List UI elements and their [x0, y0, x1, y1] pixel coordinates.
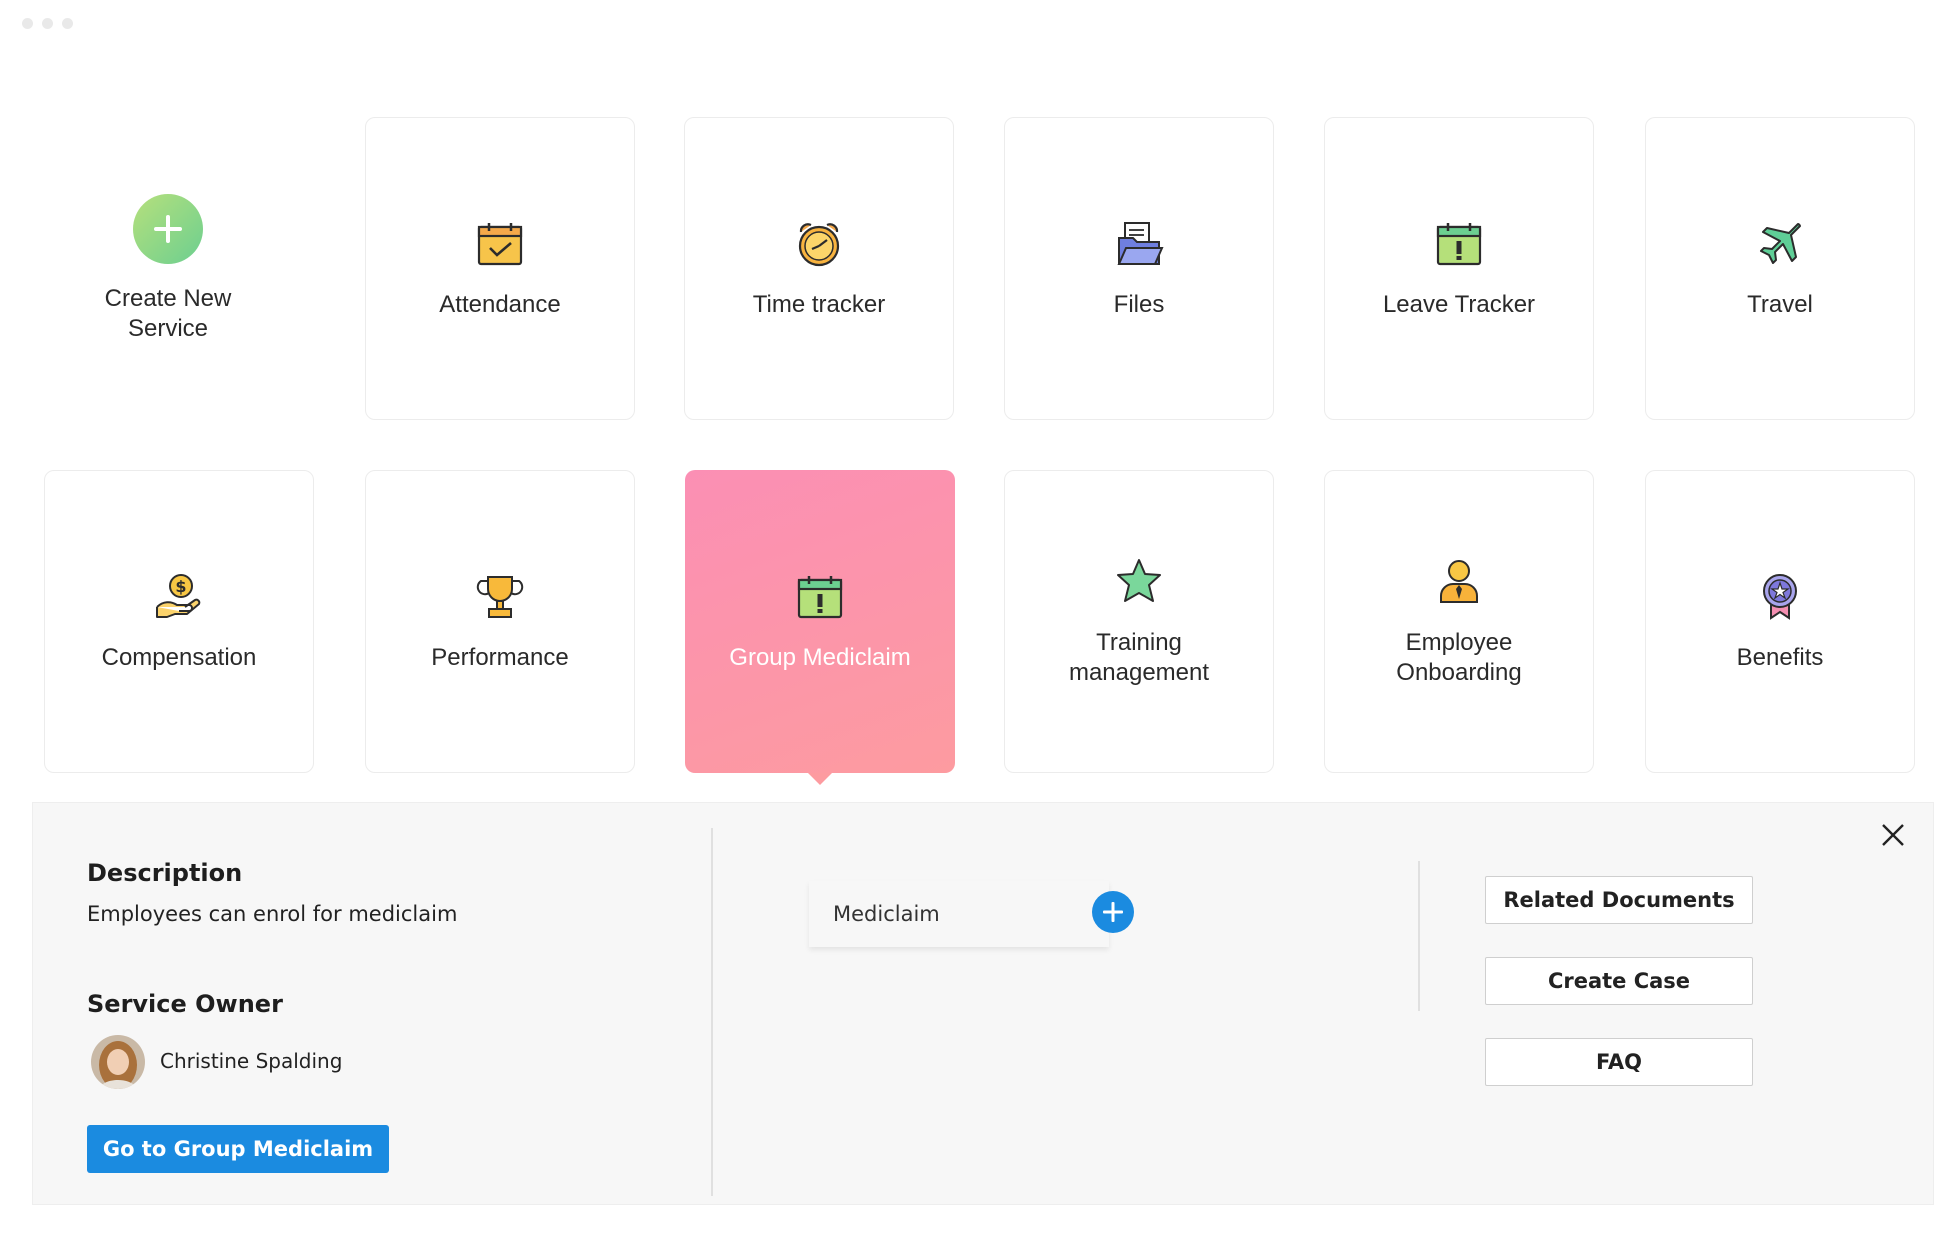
service-tile-attendance[interactable]: Attendance: [365, 117, 635, 420]
service-label: Compensation: [101, 643, 257, 671]
service-tile-leave-tracker[interactable]: Leave Tracker: [1324, 117, 1594, 420]
form-chip-mediclaim[interactable]: Mediclaim: [809, 881, 1109, 947]
service-owner-name: Christine Spalding: [160, 1049, 343, 1073]
service-tile-employee-onboarding[interactable]: Employee Onboarding: [1324, 470, 1594, 773]
create-new-service-tile[interactable]: Create New Service: [33, 117, 303, 420]
service-label: Benefits: [1736, 643, 1824, 671]
window-dot: [62, 18, 73, 29]
description-text: Employees can enrol for mediclaim: [87, 902, 458, 926]
svg-text:$: $: [175, 577, 186, 596]
service-owner-heading: Service Owner: [87, 990, 283, 1018]
service-label: Performance: [431, 643, 569, 671]
service-label: Attendance: [439, 290, 561, 318]
service-tile-travel[interactable]: Travel: [1645, 117, 1915, 420]
calendar-alert-icon: [797, 575, 843, 618]
calendar-check-icon: [477, 222, 523, 265]
person-icon: [1440, 559, 1478, 603]
service-label: Training management: [1068, 628, 1210, 686]
service-label: Leave Tracker: [1382, 290, 1536, 318]
service-tile-training-management[interactable]: Training management: [1004, 470, 1274, 773]
related-documents-button[interactable]: Related Documents: [1485, 876, 1753, 924]
avatar: [91, 1035, 145, 1089]
go-to-service-button[interactable]: Go to Group Mediclaim: [87, 1125, 389, 1173]
faq-button[interactable]: FAQ: [1485, 1038, 1753, 1086]
window-controls: [22, 18, 73, 29]
service-tile-performance[interactable]: Performance: [365, 470, 635, 773]
description-heading: Description: [87, 859, 243, 887]
service-tile-files[interactable]: Files: [1004, 117, 1274, 420]
add-form-button[interactable]: [1092, 891, 1134, 933]
service-detail-panel: Description Employees can enrol for medi…: [32, 802, 1934, 1205]
create-case-button[interactable]: Create Case: [1485, 957, 1753, 1005]
service-label: Files: [1113, 290, 1165, 318]
service-label: Time tracker: [752, 290, 886, 318]
form-chip-label: Mediclaim: [833, 902, 940, 926]
service-label: Travel: [1747, 290, 1813, 318]
service-tile-compensation[interactable]: $ Compensation: [44, 470, 314, 773]
alarm-clock-icon: [798, 222, 840, 266]
calendar-alert-icon: [1436, 222, 1482, 265]
close-icon[interactable]: [1877, 819, 1909, 851]
trophy-icon: [476, 575, 524, 618]
add-icon: [133, 193, 203, 264]
service-label: Group Mediclaim: [729, 643, 911, 671]
service-tile-benefits[interactable]: Benefits: [1645, 470, 1915, 773]
airplane-icon: [1760, 222, 1801, 264]
create-new-service-label: Create New Service: [104, 284, 232, 342]
window-dot: [42, 18, 53, 29]
window-dot: [22, 18, 33, 29]
service-label: Employee Onboarding: [1396, 628, 1522, 686]
service-tile-group-mediclaim[interactable]: Group Mediclaim: [685, 470, 955, 785]
money-hand-icon: $: [156, 573, 201, 618]
divider: [711, 828, 713, 1196]
folder-files-icon: [1117, 221, 1164, 265]
badge-ribbon-icon: [1763, 573, 1797, 620]
service-tile-time-tracker[interactable]: Time tracker: [684, 117, 954, 420]
divider: [1418, 861, 1420, 1011]
star-icon: [1117, 558, 1161, 602]
